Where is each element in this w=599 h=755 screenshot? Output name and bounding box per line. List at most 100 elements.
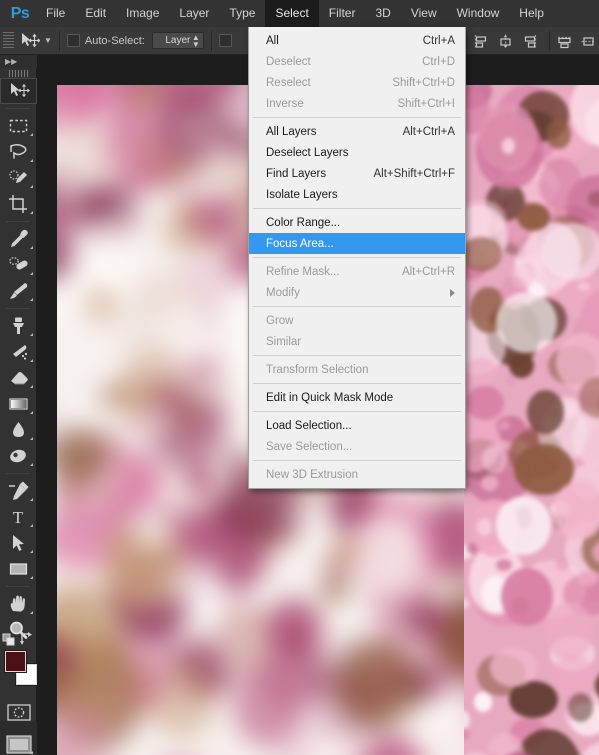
tool-preset-chevron-icon[interactable]: ▼ (44, 36, 52, 45)
menu-item-all-layers[interactable]: All Layers Alt+Ctrl+A (249, 121, 465, 142)
color-swatches[interactable] (0, 632, 37, 691)
menu-item-label: Edit in Quick Mask Mode (266, 391, 394, 404)
auto-select-checkbox[interactable] (66, 34, 80, 47)
menu-item-shortcut: Alt+Shift+Ctrl+F (373, 167, 456, 180)
menu-view[interactable]: View (401, 0, 447, 27)
tool-flyout-indicator-icon (30, 211, 33, 214)
rectangular-marquee-tool[interactable] (0, 113, 37, 139)
menu-item-refine-mask[interactable]: Refine Mask... Alt+Ctrl+R (249, 261, 465, 282)
tool-flyout-indicator-icon (30, 611, 33, 614)
align-right-edges-icon[interactable] (522, 34, 537, 48)
screen-mode-icon[interactable] (0, 731, 37, 755)
options-bar-grip[interactable] (3, 31, 14, 50)
foreground-color-swatch[interactable] (5, 651, 26, 672)
menu-item-similar[interactable]: Similar (249, 331, 465, 352)
tools-panel[interactable]: ▶▶ T (0, 55, 37, 754)
default-colors-icon[interactable] (2, 633, 16, 652)
menu-item-edit-in-quick-mask-mode[interactable]: Edit in Quick Mask Mode (249, 387, 465, 408)
menu-type[interactable]: Type (219, 0, 265, 27)
menu-item-new-3d-extrusion[interactable]: New 3D Extrusion (249, 464, 465, 485)
menu-item-inverse[interactable]: Inverse Shift+Ctrl+I (249, 93, 465, 114)
menu-item-modify[interactable]: Modify (249, 282, 465, 303)
quick-selection-tool[interactable] (0, 165, 37, 191)
tool-flyout-indicator-icon (30, 385, 33, 388)
menu-item-color-range[interactable]: Color Range... (249, 212, 465, 233)
menu-item-deselect[interactable]: Deselect Ctrl+D (249, 51, 465, 72)
eraser-tool[interactable] (0, 365, 37, 391)
collapse-panel-icon[interactable]: ▶▶ (0, 55, 37, 68)
menu-bar[interactable]: Ps File Edit Image Layer Type Select Filter 3D V… (0, 0, 599, 27)
current-tool-preview[interactable]: ▼ (20, 27, 52, 55)
blur-tool[interactable] (0, 417, 37, 443)
crop-tool[interactable] (0, 191, 37, 217)
toolbar-divider (6, 308, 30, 309)
menu-item-save-selection[interactable]: Save Selection... (249, 436, 465, 457)
menu-item-all[interactable]: All Ctrl+A (249, 30, 465, 51)
rectangle-tool[interactable] (0, 556, 37, 582)
auto-select-dropdown[interactable]: Layer ▲ ▼ (151, 32, 204, 49)
menu-item-label: Similar (266, 335, 302, 348)
align-group-2[interactable] (557, 34, 596, 48)
tool-flyout-indicator-icon (30, 333, 33, 336)
panel-grip[interactable] (0, 68, 37, 78)
menu-select[interactable]: Select (265, 0, 319, 27)
options-divider (58, 30, 60, 51)
spot-healing-brush-tool[interactable] (0, 252, 37, 278)
history-brush-icon (12, 345, 27, 360)
eyedropper-tool[interactable] (0, 226, 37, 252)
show-transform-controls-checkbox[interactable] (218, 34, 232, 47)
menu-item-reselect[interactable]: Reselect Shift+Ctrl+D (249, 72, 465, 93)
menu-item-load-selection[interactable]: Load Selection... (249, 415, 465, 436)
options-divider-2 (210, 30, 212, 51)
menu-item-isolate-layers[interactable]: Isolate Layers (249, 184, 465, 205)
menu-item-focus-area[interactable]: Focus Area... (249, 233, 465, 254)
tool-flyout-indicator-icon (30, 411, 33, 414)
menu-image[interactable]: Image (116, 0, 169, 27)
tool-flyout-indicator-icon (30, 437, 33, 440)
menu-item-deselect-layers[interactable]: Deselect Layers (249, 142, 465, 163)
tool-flyout-indicator-icon (30, 359, 33, 362)
menu-window[interactable]: Window (447, 0, 510, 27)
align-left-edges-icon[interactable] (474, 34, 488, 48)
menu-item-label: Deselect Layers (266, 146, 349, 159)
history-brush-tool[interactable] (0, 339, 37, 365)
tool-flyout-indicator-icon (30, 246, 33, 249)
move-tool-icon (22, 33, 40, 48)
tool-flyout-indicator-icon (30, 159, 33, 162)
clone-stamp-icon (12, 317, 24, 334)
menu-filter[interactable]: Filter (319, 0, 366, 27)
menu-item-shortcut: Shift+Ctrl+D (392, 76, 455, 89)
pen-tool[interactable] (0, 478, 37, 504)
move-tool[interactable] (0, 78, 37, 104)
menu-item-label: Modify (266, 286, 300, 299)
path-selection-tool[interactable] (0, 530, 37, 556)
quick-mask-mode-icon[interactable] (0, 699, 37, 725)
hand-icon (10, 595, 25, 612)
swap-colors-icon[interactable] (19, 632, 33, 651)
align-horizontal-centers-icon[interactable] (498, 34, 512, 48)
clone-stamp-tool[interactable] (0, 313, 37, 339)
menu-item-label: New 3D Extrusion (266, 468, 359, 481)
align-top-edges-icon[interactable] (557, 34, 571, 48)
menu-file[interactable]: File (36, 0, 75, 27)
align-vertical-centers-icon[interactable] (581, 34, 596, 48)
menu-item-find-layers[interactable]: Find Layers Alt+Shift+Ctrl+F (249, 163, 465, 184)
horizontal-type-tool[interactable]: T (0, 504, 37, 530)
gradient-tool[interactable] (0, 391, 37, 417)
menu-item-label: Reselect (266, 76, 311, 89)
menu-item-grow[interactable]: Grow (249, 310, 465, 331)
menu-help[interactable]: Help (509, 0, 554, 27)
menu-layer[interactable]: Layer (169, 0, 219, 27)
lasso-tool[interactable] (0, 139, 37, 165)
brush-tool[interactable] (0, 278, 37, 304)
hand-tool[interactable] (0, 591, 37, 617)
align-group-1[interactable] (474, 34, 537, 48)
dodge-tool[interactable] (0, 443, 37, 469)
menu-item-shortcut: Alt+Ctrl+R (401, 265, 455, 278)
menu-item-transform-selection[interactable]: Transform Selection (249, 359, 465, 380)
select-menu-dropdown[interactable]: All Ctrl+A Deselect Ctrl+D Reselect Shift+Ctr… (248, 27, 466, 489)
menu-item-label: Refine Mask... (266, 265, 340, 278)
menu-separator (253, 117, 461, 118)
menu-edit[interactable]: Edit (75, 0, 116, 27)
menu-3d[interactable]: 3D (365, 0, 400, 27)
